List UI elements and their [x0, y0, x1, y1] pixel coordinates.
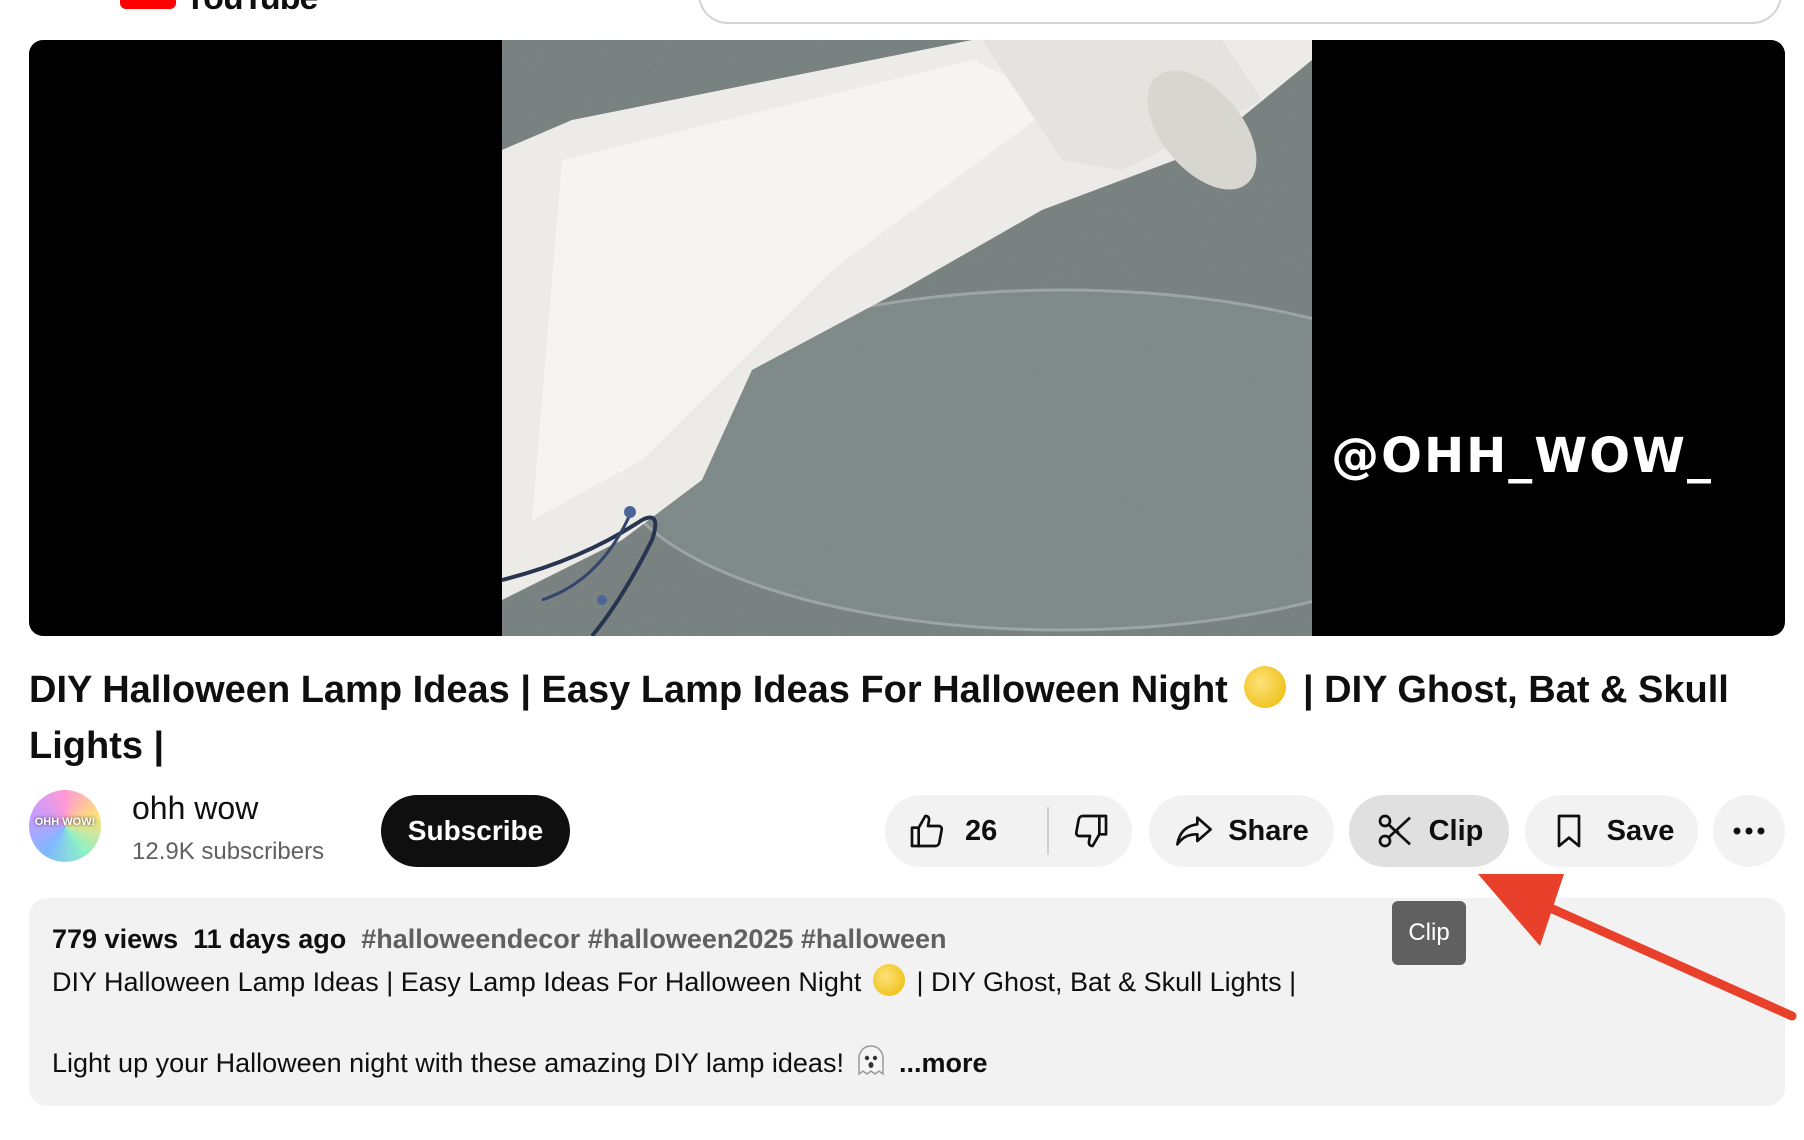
thumbs-down-icon [1071, 811, 1111, 851]
description-line-1-b: | DIY Ghost, Bat & Skull Lights | [916, 967, 1297, 997]
video-frame [502, 40, 1312, 636]
search-input[interactable] [698, 0, 1782, 24]
moon-emoji-icon [872, 964, 905, 996]
upload-age: 11 days ago [193, 924, 347, 954]
avatar-text: OHH WOW! [34, 816, 96, 828]
dislike-button[interactable] [1049, 811, 1132, 851]
like-button[interactable]: 26 [885, 811, 1047, 851]
share-arrow-icon [1174, 811, 1214, 851]
scissors-icon [1375, 811, 1415, 851]
youtube-play-icon [120, 0, 176, 9]
thumbs-up-icon [907, 811, 947, 851]
description-line-2: Light up your Halloween night with these… [52, 1044, 988, 1079]
clip-tooltip: Clip [1392, 901, 1466, 965]
video-title: DIY Halloween Lamp Ideas | Easy Lamp Ide… [29, 662, 1749, 774]
description-meta: 779 views 11 days ago #halloweendecor #h… [52, 924, 946, 955]
video-still [502, 40, 1312, 636]
clip-button[interactable]: Clip [1349, 795, 1509, 867]
subscribe-button[interactable]: Subscribe [381, 795, 570, 867]
channel-name[interactable]: ohh wow [132, 790, 258, 827]
more-actions-button[interactable] [1713, 795, 1785, 867]
description-line-1: DIY Halloween Lamp Ideas | Easy Lamp Ide… [52, 964, 1296, 998]
description-line-1-a: DIY Halloween Lamp Ideas | Easy Lamp Ide… [52, 967, 862, 997]
share-button[interactable]: Share [1149, 795, 1334, 867]
clip-label: Clip [1428, 814, 1484, 847]
red-annotation-arrow [1478, 874, 1797, 1021]
moon-emoji-icon [1244, 666, 1287, 708]
ellipsis-icon [1732, 826, 1766, 836]
like-count: 26 [965, 814, 998, 847]
video-watermark: @OHH_WOW_ [1331, 428, 1713, 484]
like-dislike-group: 26 [885, 795, 1132, 867]
share-label: Share [1228, 814, 1309, 847]
youtube-logo[interactable]: YouTube [120, 0, 318, 15]
save-label: Save [1606, 814, 1675, 847]
ghost-emoji-icon [855, 1044, 887, 1078]
bookmark-icon [1549, 811, 1589, 851]
title-part-1: DIY Halloween Lamp Ideas | Easy Lamp Ide… [29, 669, 1228, 711]
description-line-2-text: Light up your Halloween night with these… [52, 1048, 844, 1078]
save-button[interactable]: Save [1525, 795, 1698, 867]
video-player[interactable]: @OHH_WOW_ [29, 40, 1785, 636]
logo-text: YouTube [184, 0, 318, 15]
top-header: YouTube [0, 0, 1804, 36]
hashtags[interactable]: #halloweendecor #halloween2025 #hallowee… [361, 924, 946, 954]
channel-avatar[interactable]: OHH WOW! [29, 790, 101, 862]
show-more-link[interactable]: ...more [899, 1048, 988, 1078]
view-count: 779 views [52, 924, 179, 954]
subscriber-count: 12.9K subscribers [132, 838, 325, 865]
